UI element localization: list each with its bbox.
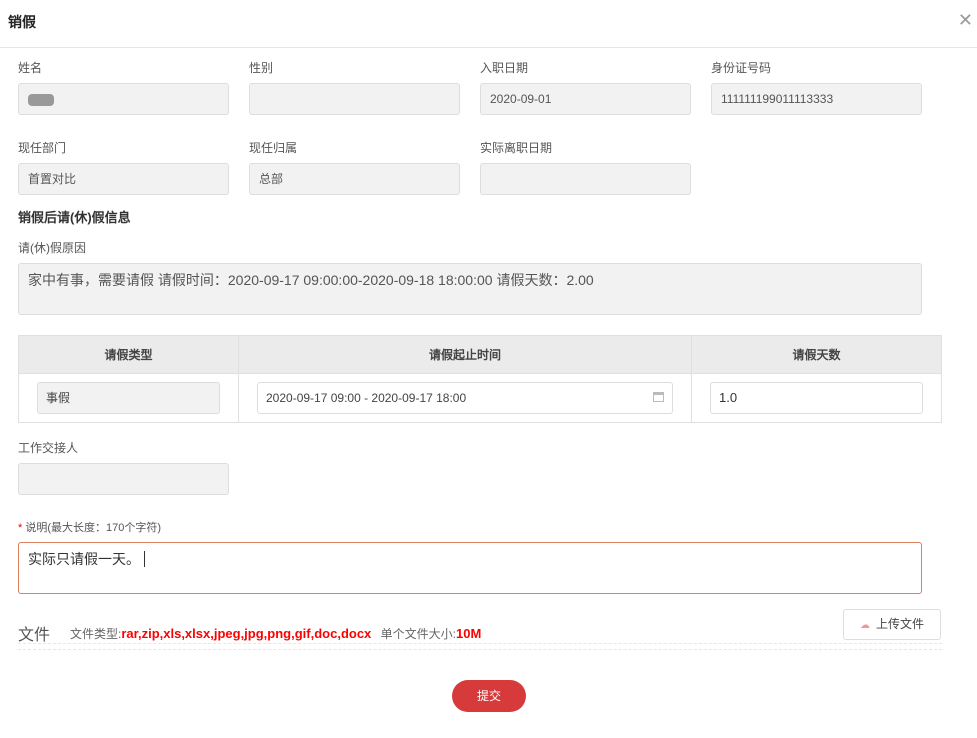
redacted-name [28, 93, 54, 106]
department-label: 现任部门 [18, 141, 67, 155]
id-number-field[interactable]: 111111199011113333 [711, 83, 922, 115]
leave-table: 请假类型 请假起止时间 请假天数 事假 2020-09-17 09:00 - 2… [18, 335, 942, 423]
hire-date-field[interactable]: 2020-09-01 [480, 83, 691, 115]
leave-type-field[interactable]: 事假 [37, 382, 220, 414]
calendar-icon[interactable] [653, 392, 664, 402]
id-number-label: 身份证号码 [711, 61, 772, 75]
date-range-field[interactable]: 2020-09-17 09:00 - 2020-09-17 18:00 [257, 382, 673, 414]
leave-date-label: 实际离职日期 [480, 141, 553, 155]
upload-button[interactable]: ☁ 上传文件 [843, 609, 941, 640]
department-field[interactable]: 首置对比 [18, 163, 229, 195]
header-range: 请假起止时间 [238, 335, 692, 374]
file-size-label: 单个文件大小: [380, 627, 456, 641]
close-icon[interactable]: ✕ [958, 10, 973, 31]
note-textarea[interactable]: 实际只请假一天。 [18, 542, 922, 594]
leave-date-field[interactable] [480, 163, 691, 195]
section-title: 销假后请(休)假信息 [18, 210, 131, 225]
date-range-value: 2020-09-17 09:00 - 2020-09-17 18:00 [266, 391, 467, 405]
header-type: 请假类型 [18, 335, 239, 374]
handover-label: 工作交接人 [18, 441, 79, 455]
note-label: 说明(最大长度：170个字符) [25, 522, 162, 534]
divider [18, 643, 942, 644]
note-value: 实际只请假一天。 [28, 551, 140, 567]
submit-button[interactable]: 提交 [452, 680, 526, 712]
days-field[interactable]: 1.0 [710, 382, 923, 414]
reason-textarea[interactable]: 家中有事，需要请假 请假时间：2020-09-17 09:00:00-2020-… [18, 263, 922, 315]
upload-label: 上传文件 [875, 617, 924, 631]
handover-field[interactable] [18, 463, 229, 495]
gender-label: 性别 [249, 61, 274, 75]
reason-label: 请(休)假原因 [18, 241, 86, 255]
file-types: rar,zip,xls,xlsx,jpeg,jpg,png,gif,doc,do… [121, 626, 372, 641]
gender-field[interactable] [249, 83, 460, 115]
required-star: * [18, 522, 23, 534]
name-field[interactable] [18, 83, 229, 115]
divider [18, 649, 942, 650]
table-row: 事假 2020-09-17 09:00 - 2020-09-17 18:00 1… [18, 373, 942, 423]
name-label: 姓名 [18, 61, 43, 75]
file-types-label: 文件类型: [70, 627, 122, 641]
file-size: 10M [455, 626, 482, 641]
files-title: 文件 [18, 627, 51, 644]
divider [0, 47, 977, 48]
header-days: 请假天数 [691, 335, 942, 374]
hire-date-label: 入职日期 [480, 61, 529, 75]
dialog-title: 销假 [8, 14, 36, 30]
affiliation-field[interactable]: 总部 [249, 163, 460, 195]
cloud-upload-icon: ☁ [859, 620, 870, 631]
affiliation-label: 现任归属 [249, 141, 298, 155]
